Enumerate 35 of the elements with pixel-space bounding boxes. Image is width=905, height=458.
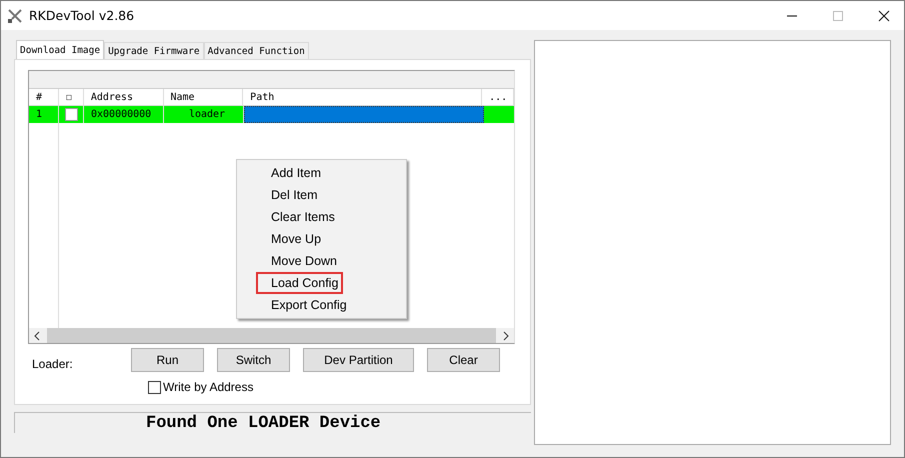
- column-header[interactable]: ☐: [58, 89, 84, 105]
- menu-item[interactable]: Move Down: [237, 250, 406, 272]
- menu-item[interactable]: Move Up: [237, 228, 406, 250]
- loader-label: Loader:: [31, 357, 74, 371]
- menu-item[interactable]: Add Item: [237, 162, 406, 184]
- table-cell: 0x00000000: [84, 106, 164, 123]
- tab[interactable]: Advanced Function: [204, 42, 309, 59]
- menu-item[interactable]: Export Config: [237, 294, 406, 316]
- action-button[interactable]: Dev Partition: [303, 348, 414, 372]
- menu-item[interactable]: Del Item: [237, 184, 406, 206]
- menu-item[interactable]: Clear Items: [237, 206, 406, 228]
- close-icon[interactable]: [878, 10, 890, 22]
- menu-item[interactable]: Load Config: [256, 272, 343, 294]
- scroll-right-icon[interactable]: [502, 330, 510, 340]
- tools-icon: [7, 8, 23, 24]
- column-header[interactable]: ...: [482, 89, 514, 105]
- column-header[interactable]: #: [29, 89, 59, 105]
- window-title: RKDevTool v2.86: [29, 8, 134, 23]
- action-button[interactable]: Switch: [217, 348, 290, 372]
- table-row[interactable]: 1 0x00000000 loader: [29, 106, 514, 123]
- status-field: Found One LOADER Device: [14, 412, 531, 433]
- scroll-left-icon[interactable]: [33, 330, 41, 340]
- checkbox[interactable]: [148, 380, 161, 394]
- checkbox-label[interactable]: Write by Address: [163, 380, 254, 394]
- action-button[interactable]: Clear: [427, 348, 500, 372]
- tab[interactable]: Upgrade Firmware: [104, 42, 204, 59]
- checkbox[interactable]: [64, 108, 78, 121]
- action-button[interactable]: Run: [131, 348, 204, 372]
- tab[interactable]: Download Image: [16, 40, 104, 59]
- path-cell[interactable]: [244, 106, 484, 123]
- column-header[interactable]: Address: [84, 89, 164, 105]
- column-header[interactable]: Name: [164, 89, 244, 105]
- horizontal-scrollbar[interactable]: [29, 328, 514, 343]
- column-header[interactable]: Path: [243, 89, 482, 105]
- table-cell: 1: [29, 106, 59, 123]
